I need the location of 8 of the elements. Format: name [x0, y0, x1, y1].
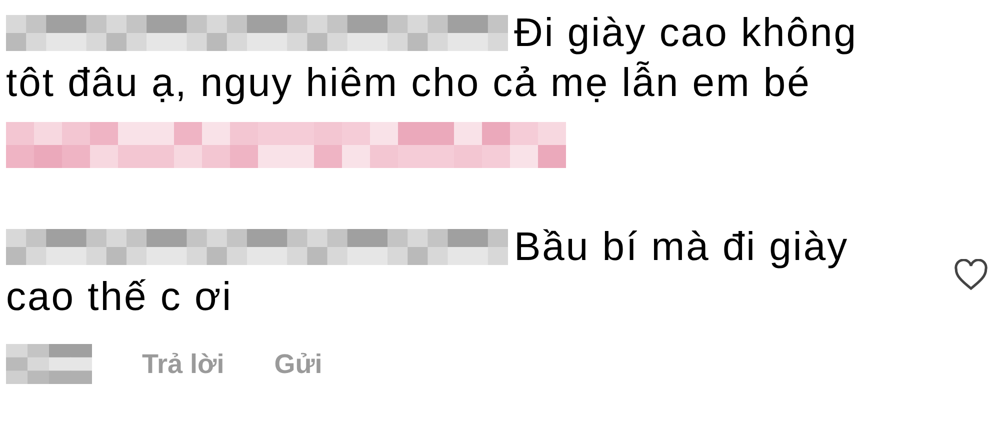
comment-text: Đi giày cao không — [514, 10, 858, 57]
comment-text: Bầu bí mà đi giày — [514, 224, 849, 271]
reply-link[interactable]: Trả lời — [142, 344, 224, 384]
heart-icon — [954, 259, 988, 291]
send-link[interactable]: Gửi — [274, 344, 322, 384]
comment-text: cao thế c ơi — [6, 274, 233, 321]
comment-text: tôt đâu ạ, nguy hiêm cho cả mẹ lẫn em bé — [6, 60, 811, 107]
like-button[interactable] — [954, 259, 988, 291]
